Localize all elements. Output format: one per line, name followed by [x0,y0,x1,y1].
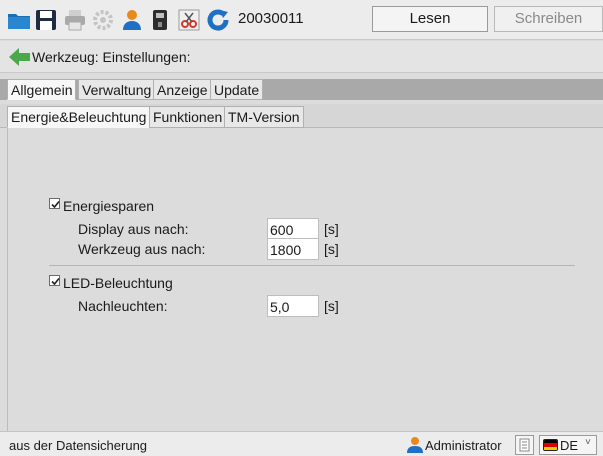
language-select[interactable]: DE ˅ [539,435,597,455]
tool-off-label: Werkzeug aus nach: [78,241,206,257]
save-icon[interactable] [33,6,59,33]
tool-off-input[interactable]: 1800 [267,238,319,260]
status-text: aus der Datensicherung [9,438,148,453]
flag-de-icon [543,439,558,451]
document-icon[interactable] [515,435,534,455]
afterglow-label: Nachleuchten: [78,298,168,314]
tab-anzeige[interactable]: Anzeige [153,79,212,100]
led-lighting-checkbox[interactable] [49,275,60,286]
print-icon[interactable] [62,6,88,33]
afterglow-unit: [s] [324,298,339,314]
page-title: Werkzeug: Einstellungen: [32,49,191,65]
afterglow-input[interactable]: 5,0 [267,295,319,317]
user-icon [404,436,424,453]
tab-update[interactable]: Update [210,79,264,100]
language-code: DE [560,438,579,453]
display-off-unit: [s] [324,221,339,237]
folder-icon[interactable] [6,6,32,33]
chevron-down-icon: ˅ [585,437,591,448]
write-button[interactable]: Schreiben [494,6,603,32]
display-off-label: Display aus nach: [78,221,189,237]
tab-energie-beleuchtung[interactable]: Energie&Beleuchtung [7,106,151,128]
main-tab-strip: Allgemein Verwaltung Anzeige Update [0,79,603,100]
header-bar: Werkzeug: Einstellungen: [0,41,603,73]
section-divider [49,265,575,266]
settings-gear-icon[interactable] [90,6,116,33]
read-button[interactable]: Lesen [372,6,488,32]
tool-off-unit: [s] [324,241,339,257]
energy-saving-label: Energiesparen [63,198,155,214]
sub-tab-strip: Energie&Beleuchtung Funktionen TM-Versio… [0,104,603,128]
tab-tm-version[interactable]: TM-Version [224,106,304,128]
refresh-icon[interactable] [205,6,231,33]
energy-saving-checkbox[interactable] [49,198,60,209]
device-id: 20030011 [238,10,304,27]
user-icon[interactable] [119,6,145,33]
device-icon[interactable] [147,6,173,33]
led-lighting-label: LED-Beleuchtung [63,275,173,291]
status-bar: aus der Datensicherung Administrator DE … [0,431,603,456]
cut-icon[interactable] [176,6,202,33]
tab-allgemein[interactable]: Allgemein [7,79,77,100]
toolbar: 20030011 Lesen Schreiben [0,0,603,40]
arrow-left-icon[interactable] [9,47,31,67]
settings-panel: Energiesparen Display aus nach: 600 [s] … [7,128,603,431]
display-off-input[interactable]: 600 [267,218,319,240]
tab-verwaltung[interactable]: Verwaltung [78,79,156,100]
tab-funktionen[interactable]: Funktionen [149,106,227,128]
user-name: Administrator [425,438,502,453]
